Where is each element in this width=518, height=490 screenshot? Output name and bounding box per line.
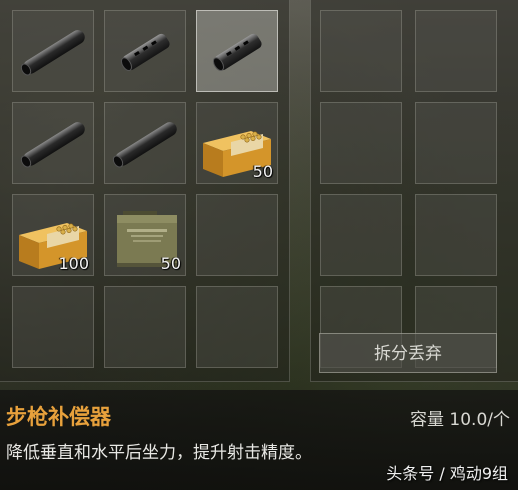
compensator-long-icon [20,122,85,168]
storage-slot-empty[interactable] [415,10,497,92]
compensator-short-icon [120,33,170,71]
inventory-slot-ammo-box-orange[interactable]: 50 [196,102,278,184]
inventory-slot-empty[interactable] [196,194,278,276]
inventory-slot-empty[interactable] [104,286,186,368]
item-count: 50 [252,162,273,181]
compensator-long-icon [20,30,85,76]
storage-slot-empty[interactable] [415,102,497,184]
item-description: 降低垂直和水平后坐力，提升射击精度。 [6,443,312,463]
compensator-long-icon [112,122,177,168]
inventory-slot-compensator-short[interactable] [104,10,186,92]
item-count: 100 [58,254,89,273]
item-name: 步枪补偿器 [6,405,111,429]
compensator-short-icon [212,33,262,71]
storage-slot-empty[interactable] [415,194,497,276]
storage-slot-empty[interactable] [320,194,402,276]
inventory-slot-compensator-long[interactable] [12,10,94,92]
inventory-slot-compensator-long[interactable] [104,102,186,184]
inventory-slot-compensator-short[interactable] [196,10,278,92]
inventory-slot-ammo-can-olive[interactable]: 50 [104,194,186,276]
storage-slot-empty[interactable] [320,10,402,92]
inventory-slot-ammo-box-orange[interactable]: 100 [12,194,94,276]
watermark: 头条号 / 鸡动9组 [386,464,508,483]
item-capacity: 容量 10.0/个 [410,410,510,430]
inventory-slot-empty[interactable] [196,286,278,368]
inventory-slot-compensator-long[interactable] [12,102,94,184]
inventory-slot-empty[interactable] [12,286,94,368]
item-count: 50 [160,254,181,273]
split-discard-button[interactable]: 拆分丢弃 [319,333,497,373]
storage-slot-empty[interactable] [320,102,402,184]
